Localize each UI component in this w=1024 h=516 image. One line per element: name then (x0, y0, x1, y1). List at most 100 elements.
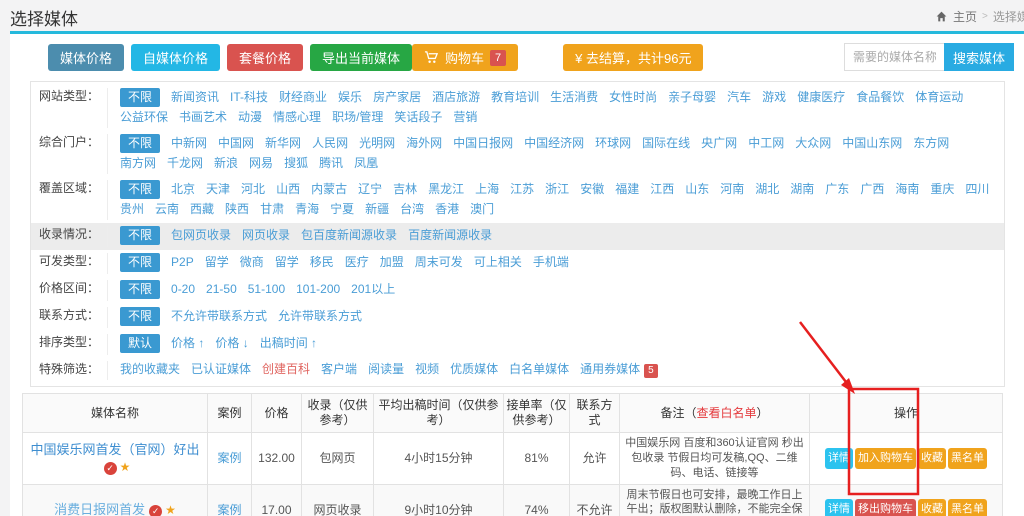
filter-selected-option[interactable]: 不限 (120, 180, 160, 199)
filter-option[interactable]: 北京 (171, 181, 195, 198)
filter-option[interactable]: 大众网 (795, 135, 831, 152)
filter-selected-option[interactable]: 不限 (120, 280, 160, 299)
filter-option[interactable]: 包百度新闻源收录 (301, 227, 397, 244)
filter-option[interactable]: 0-20 (171, 281, 195, 298)
filter-option[interactable]: 21-50 (206, 281, 237, 298)
filter-option[interactable]: 娱乐 (338, 89, 362, 106)
filter-option[interactable]: 湖北 (755, 181, 779, 198)
filter-option[interactable]: 辽宁 (358, 181, 382, 198)
case-link[interactable]: 案例 (217, 503, 241, 516)
filter-option[interactable]: 中国山东网 (842, 135, 902, 152)
filter-option[interactable]: 女性时尚 (609, 89, 657, 106)
blacklist-button[interactable]: 黑名单 (948, 448, 987, 469)
filter-selected-option[interactable]: 不限 (120, 134, 160, 153)
filter-option[interactable]: 移民 (310, 254, 334, 271)
filter-option[interactable]: 腾讯 (319, 155, 343, 172)
filter-option[interactable]: 可上相关 (474, 254, 522, 271)
filter-option[interactable]: 甘肃 (260, 201, 284, 218)
detail-button[interactable]: 详情 (825, 448, 853, 469)
filter-option[interactable]: 加盟 (380, 254, 404, 271)
filter-option[interactable]: 西藏 (190, 201, 214, 218)
filter-option[interactable]: 陕西 (225, 201, 249, 218)
filter-option[interactable]: 通用券媒体5 (580, 361, 658, 378)
filter-option[interactable]: 安徽 (580, 181, 604, 198)
filter-option[interactable]: 价格 ↓ (215, 335, 248, 352)
filter-option[interactable]: 微商 (240, 254, 264, 271)
filter-option[interactable]: 海外网 (406, 135, 442, 152)
filter-option[interactable]: 新浪 (214, 155, 238, 172)
filter-option[interactable]: 留学 (275, 254, 299, 271)
filter-option[interactable]: 百度新闻源收录 (408, 227, 492, 244)
filter-option[interactable]: 中国网 (218, 135, 254, 152)
filter-option[interactable]: 笑话段子 (394, 109, 442, 126)
checkout-button[interactable]: ¥ 去结算，共计96元 (563, 44, 703, 71)
filter-option[interactable]: 贵州 (120, 201, 144, 218)
search-input[interactable] (844, 43, 944, 71)
filter-option[interactable]: 台湾 (400, 201, 424, 218)
filter-option[interactable]: 体育运动 (915, 89, 963, 106)
filter-option[interactable]: 新疆 (365, 201, 389, 218)
filter-option[interactable]: 云南 (155, 201, 179, 218)
toolbar-button[interactable]: 导出当前媒体 (310, 44, 412, 71)
media-name-link[interactable]: 消费日报网首发 (54, 502, 145, 516)
filter-option[interactable]: 财经商业 (279, 89, 327, 106)
filter-option[interactable]: 吉林 (393, 181, 417, 198)
filter-option[interactable]: 动漫 (238, 109, 262, 126)
filter-option[interactable]: 书画艺术 (179, 109, 227, 126)
filter-option[interactable]: 创建百科 (262, 361, 310, 378)
filter-option[interactable]: 宁夏 (330, 201, 354, 218)
filter-option[interactable]: 南方网 (120, 155, 156, 172)
collect-button[interactable]: 收藏 (918, 448, 946, 469)
filter-option[interactable]: 留学 (205, 254, 229, 271)
filter-option[interactable]: 广西 (860, 181, 884, 198)
filter-option[interactable]: 香港 (435, 201, 459, 218)
filter-option[interactable]: 河南 (720, 181, 744, 198)
filter-option[interactable]: 情感心理 (273, 109, 321, 126)
filter-option[interactable]: 101-200 (296, 281, 340, 298)
filter-option[interactable]: 周末可发 (415, 254, 463, 271)
filter-option[interactable]: 网易 (249, 155, 273, 172)
filter-option[interactable]: 澳门 (470, 201, 494, 218)
filter-option[interactable]: 视频 (415, 361, 439, 378)
collect-button[interactable]: 收藏 (918, 499, 946, 516)
case-link[interactable]: 案例 (217, 451, 241, 465)
media-name-link[interactable]: 中国娱乐网首发（官网）好出 (30, 442, 199, 457)
filter-option[interactable]: 生活消费 (550, 89, 598, 106)
toolbar-button[interactable]: 自媒体价格 (131, 44, 220, 71)
filter-option[interactable]: 汽车 (727, 89, 751, 106)
filter-option[interactable]: IT-科技 (230, 89, 268, 106)
blacklist-button[interactable]: 黑名单 (948, 499, 987, 516)
filter-option[interactable]: 东方网 (913, 135, 949, 152)
filter-option[interactable]: 不允许带联系方式 (171, 308, 267, 325)
filter-option[interactable]: 食品餐饮 (856, 89, 904, 106)
filter-option[interactable]: 海南 (895, 181, 919, 198)
filter-option[interactable]: 山西 (276, 181, 300, 198)
filter-option[interactable]: 搜狐 (284, 155, 308, 172)
filter-option[interactable]: 央广网 (701, 135, 737, 152)
filter-option[interactable]: 游戏 (762, 89, 786, 106)
filter-option[interactable]: 光明网 (359, 135, 395, 152)
filter-option[interactable]: 201以上 (351, 281, 395, 298)
detail-button[interactable]: 详情 (825, 499, 853, 516)
filter-selected-option[interactable]: 不限 (120, 253, 160, 272)
filter-option[interactable]: 新闻资讯 (171, 89, 219, 106)
cart-button[interactable]: 购物车 7 (412, 44, 518, 71)
filter-option[interactable]: 湖南 (790, 181, 814, 198)
filter-option[interactable]: 内蒙古 (311, 181, 347, 198)
filter-option[interactable]: 客户端 (321, 361, 357, 378)
filter-option[interactable]: 千龙网 (167, 155, 203, 172)
filter-option[interactable]: 新华网 (265, 135, 301, 152)
filter-option[interactable]: 网页收录 (242, 227, 290, 244)
filter-option[interactable]: 中新网 (171, 135, 207, 152)
filter-option[interactable]: 出稿时间 ↑ (260, 335, 317, 352)
filter-option[interactable]: 阅读量 (368, 361, 404, 378)
filter-option[interactable]: 中国日报网 (453, 135, 513, 152)
filter-option[interactable]: 酒店旅游 (432, 89, 480, 106)
filter-option[interactable]: 51-100 (248, 281, 285, 298)
filter-option[interactable]: 房产家居 (373, 89, 421, 106)
filter-option[interactable]: 广东 (825, 181, 849, 198)
filter-option[interactable]: 青海 (295, 201, 319, 218)
filter-option[interactable]: 白名单媒体 (509, 361, 569, 378)
filter-option[interactable]: 福建 (615, 181, 639, 198)
filter-option[interactable]: 手机端 (533, 254, 569, 271)
